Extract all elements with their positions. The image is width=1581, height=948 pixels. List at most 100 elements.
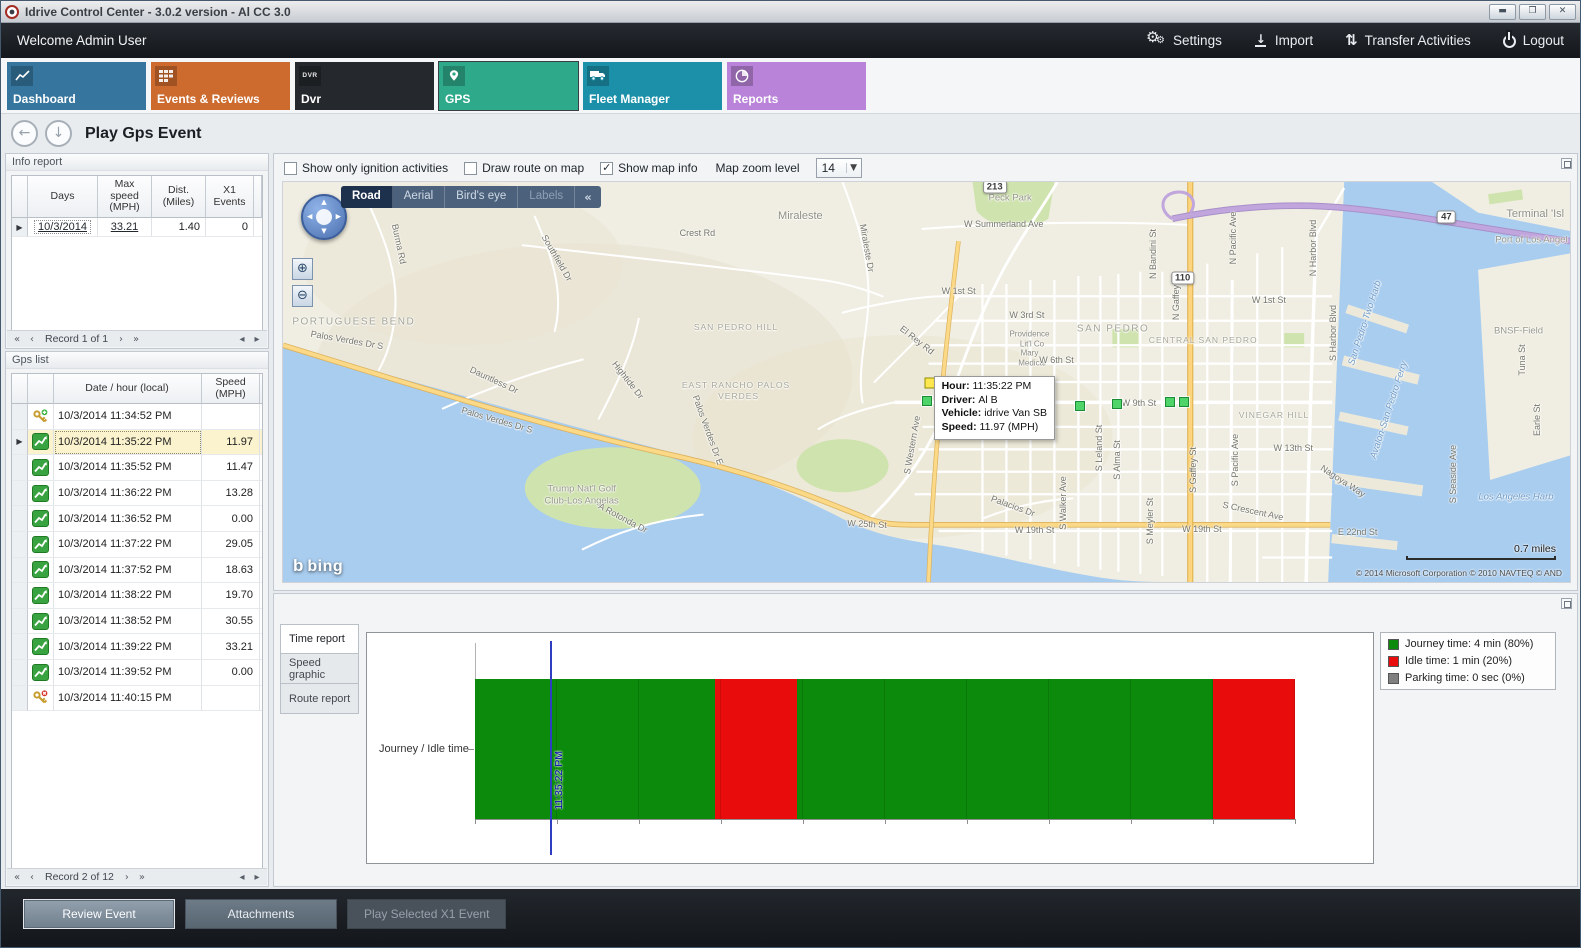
chart-row-label: Journey / Idle time <box>379 743 469 755</box>
info-report-caption: Info report <box>6 154 268 171</box>
back-button[interactable]: ← <box>11 120 38 147</box>
chart-legend: Journey time: 4 min (80%)Idle time: 1 mi… <box>1380 632 1556 690</box>
bing-text: bing <box>307 558 343 576</box>
map-copyright: © 2014 Microsoft Corporation © 2010 NAVT… <box>1356 568 1562 578</box>
tooltip-line: Vehicle: idrive Van SB <box>942 407 1047 421</box>
pager-scroll-left[interactable]: ◂ <box>236 872 248 883</box>
tooltip-line: Driver: Al B <box>942 394 1047 408</box>
col-max-speed[interactable]: Max speed (MPH) <box>98 176 152 218</box>
gps-row[interactable]: 10/3/2014 11:39:52 PM0.00 <box>12 660 262 686</box>
pager-scroll-right[interactable]: ▸ <box>251 334 263 345</box>
minimize-button[interactable]: ▬ <box>1489 4 1516 20</box>
close-button[interactable]: ✕ <box>1549 4 1576 20</box>
gps-icon <box>32 485 49 502</box>
bing-logo[interactable]: b bing <box>293 556 343 576</box>
settings-button[interactable]: ⚙⚙ Settings <box>1146 33 1222 49</box>
gps-list-pager: « ‹ Record 2 of 12 › » ◂ ▸ <box>7 868 267 885</box>
chart-tab-speed-graphic[interactable]: Speed graphic <box>280 654 359 684</box>
checkbox-icon <box>284 162 297 175</box>
pager-scroll-left[interactable]: ◂ <box>236 334 248 345</box>
map-panel-collapse-button[interactable] <box>1561 158 1572 169</box>
pager-prev-button[interactable]: ‹ <box>26 334 38 345</box>
tab-reports[interactable]: Reports <box>727 62 866 110</box>
map-option-checkbox[interactable]: Draw route on map <box>464 161 584 175</box>
expand-down-button[interactable]: ↓ <box>45 120 72 147</box>
gps-row[interactable]: 10/3/2014 11:40:15 PM <box>12 686 262 712</box>
review-event-button[interactable]: Review Event <box>23 899 175 929</box>
gps-pin-icon <box>443 66 465 86</box>
idle-segment <box>1213 679 1295 819</box>
truck-icon <box>587 66 609 86</box>
gps-icon <box>32 613 49 630</box>
tab-dashboard[interactable]: Dashboard <box>7 62 146 110</box>
tab-events-reviews[interactable]: Events & Reviews <box>151 62 290 110</box>
gps-point-marker[interactable] <box>1179 397 1189 407</box>
chart-tab-route-report[interactable]: Route report <box>280 684 359 714</box>
pager-last-button[interactable]: » <box>130 334 142 345</box>
gps-row[interactable]: 10/3/2014 11:37:52 PM18.63 <box>12 558 262 584</box>
gps-row[interactable]: 10/3/2014 11:36:52 PM0.00 <box>12 506 262 532</box>
pager-prev-button[interactable]: ‹ <box>26 872 38 883</box>
gps-list-caption: Gps list <box>6 352 268 369</box>
col-speed[interactable]: Speed (MPH) <box>202 374 260 404</box>
map-tabs-collapse-button[interactable]: « <box>575 186 600 208</box>
gps-point-marker[interactable] <box>922 396 932 406</box>
pager-next-button[interactable]: › <box>121 872 133 883</box>
chart-panel-collapse-button[interactable] <box>1561 598 1572 609</box>
attachments-button[interactable]: Attachments <box>185 899 337 929</box>
settings-label: Settings <box>1173 33 1222 48</box>
map-markers <box>283 182 1570 582</box>
gps-row[interactable]: 10/3/2014 11:38:52 PM30.55 <box>12 609 262 635</box>
gps-row[interactable]: 10/3/2014 11:37:22 PM29.05 <box>12 532 262 558</box>
chart-tabs: Time reportSpeed graphicRoute report <box>280 624 359 714</box>
pager-text: Record 1 of 1 <box>45 333 108 345</box>
tab-dvr[interactable]: DVR Dvr <box>295 62 434 110</box>
checkbox-checked-icon <box>600 162 613 175</box>
gps-list-header: Date / hour (local) Speed (MPH) <box>12 374 262 404</box>
gps-row[interactable]: 10/3/2014 11:38:22 PM19.70 <box>12 583 262 609</box>
pager-last-button[interactable]: » <box>136 872 148 883</box>
col-days[interactable]: Days <box>28 176 98 218</box>
map-view-tab-aerial[interactable]: Aerial <box>393 186 445 208</box>
logout-button[interactable]: Logout <box>1503 33 1564 48</box>
transfer-activities-button[interactable]: ⇅ Transfer Activities <box>1345 33 1471 48</box>
col-dist[interactable]: Dist. (Miles) <box>152 176 206 218</box>
map-view-tab-bird-s-eye[interactable]: Bird's eye <box>445 186 518 208</box>
map-canvas[interactable]: MiralestePeck ParkW Summerland AveCrest … <box>282 181 1571 583</box>
pager-first-button[interactable]: « <box>11 334 23 345</box>
pager-first-button[interactable]: « <box>11 872 23 883</box>
col-x1-events[interactable]: X1 Events <box>206 176 254 218</box>
welcome-text: Welcome Admin User <box>17 33 147 48</box>
chart-tab-time-report[interactable]: Time report <box>280 624 359 654</box>
gps-row[interactable]: 10/3/2014 11:34:52 PM <box>12 404 262 430</box>
gps-row[interactable]: ▶10/3/2014 11:35:22 PM11.97 <box>12 430 262 456</box>
map-zoom-select[interactable]: 14 ▼ <box>816 158 862 178</box>
tab-fleet-manager[interactable]: Fleet Manager <box>583 62 722 110</box>
pager-next-button[interactable]: › <box>115 334 127 345</box>
gps-row[interactable]: 10/3/2014 11:36:22 PM13.28 <box>12 481 262 507</box>
map-view-tab-labels[interactable]: Labels <box>518 186 575 208</box>
map-option-checkbox[interactable]: Show map info <box>600 161 697 175</box>
map-option-label: Draw route on map <box>482 161 584 175</box>
col-date-hour[interactable]: Date / hour (local) <box>54 374 202 404</box>
pager-text: Record 2 of 12 <box>45 871 114 883</box>
gps-point-marker[interactable] <box>1075 401 1085 411</box>
import-button[interactable]: ↓ Import <box>1254 33 1313 48</box>
gps-row[interactable]: 10/3/2014 11:35:52 PM11.47 <box>12 455 262 481</box>
pan-right-icon: ▶ <box>336 214 341 221</box>
time-marker-line[interactable] <box>550 641 552 855</box>
maximize-button[interactable]: ❐ <box>1519 4 1546 20</box>
gps-list-grid: Date / hour (local) Speed (MPH) 10/3/201… <box>11 373 263 869</box>
gps-point-marker[interactable] <box>1112 399 1122 409</box>
map-zoom-in-button[interactable]: ⊕ <box>292 258 313 280</box>
map-option-checkbox[interactable]: Show only ignition activities <box>284 161 448 175</box>
pager-scroll-right[interactable]: ▸ <box>251 872 263 883</box>
tab-gps[interactable]: GPS <box>439 62 578 110</box>
gps-point-marker[interactable] <box>1165 397 1175 407</box>
map-view-tab-road[interactable]: Road <box>341 186 393 208</box>
import-icon: ↓ <box>1254 34 1268 47</box>
timeline-bar[interactable] <box>475 679 1295 819</box>
gps-row[interactable]: 10/3/2014 11:39:22 PM33.21 <box>12 634 262 660</box>
map-zoom-out-button[interactable]: ⊖ <box>292 285 313 307</box>
info-report-row[interactable]: ▶10/3/201433.211.400 <box>12 218 262 237</box>
